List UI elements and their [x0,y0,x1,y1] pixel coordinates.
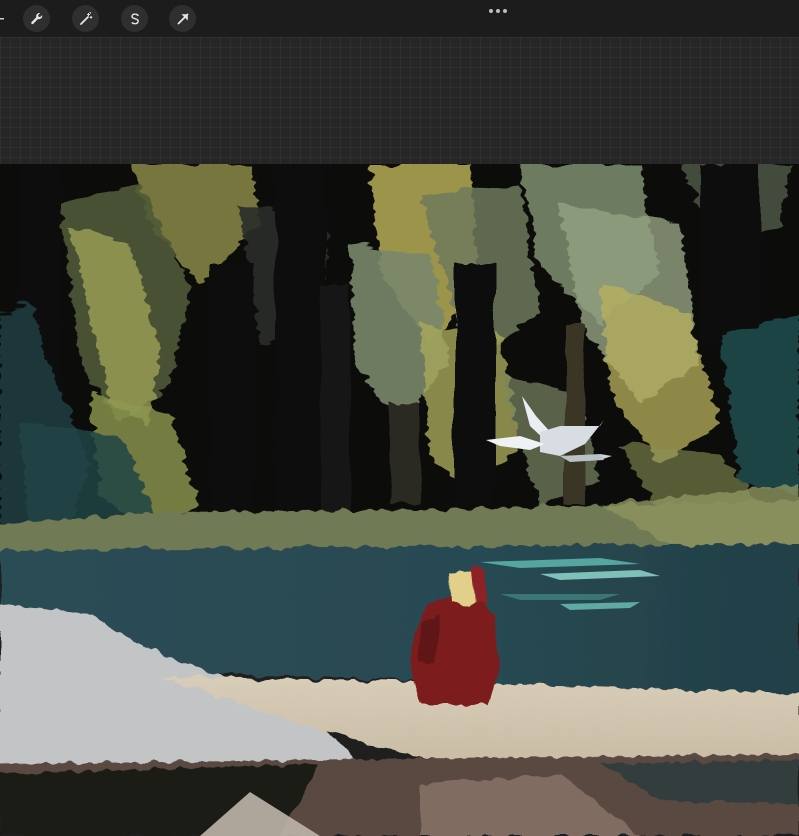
dot [496,9,500,13]
canvas-background [0,37,799,164]
drawing-app [0,0,799,836]
selection-s-icon [130,12,139,24]
magic-wand-icon [79,11,92,25]
transform-button[interactable] [169,5,196,32]
dot [503,9,507,13]
painting [0,164,799,836]
dash-icon [0,17,4,19]
more-dots-icon[interactable] [485,5,511,17]
actions-wrench-button[interactable] [23,5,50,32]
dot [489,9,493,13]
selection-button[interactable] [121,5,148,32]
toolbar-partial-button[interactable] [0,5,6,32]
top-toolbar [0,0,799,37]
adjustments-wand-button[interactable] [72,5,99,32]
wrench-icon [30,12,42,24]
artwork-canvas[interactable] [0,164,799,836]
arrow-cursor-icon [177,13,188,24]
